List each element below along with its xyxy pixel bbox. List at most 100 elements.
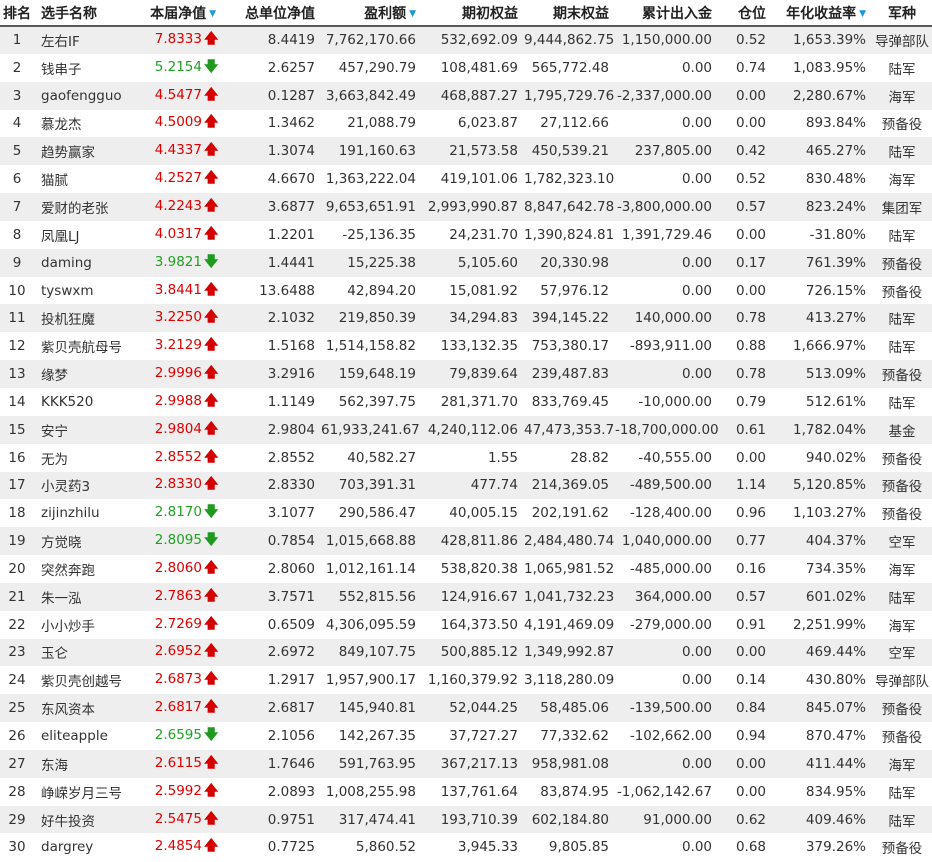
player-name-link[interactable]: 爱财的老张 bbox=[34, 193, 138, 221]
table-row[interactable]: 9 daming 3.9821 🡇 1.4441 15,225.38 5,105.60 20,… bbox=[0, 248, 932, 277]
rank-cell: 20 bbox=[8, 560, 26, 577]
sort-desc-icon[interactable]: ▼ bbox=[859, 9, 866, 19]
table-row[interactable]: 26 eliteapple 2.6595 🡇 2.1056 142,267.35 37,72… bbox=[0, 722, 932, 750]
header-end-equity[interactable]: 期末权益 bbox=[524, 0, 615, 26]
player-name-link[interactable]: daming bbox=[34, 249, 138, 277]
annual-return-cell: 413.27% bbox=[805, 310, 866, 327]
table-row[interactable]: 25 东风资本 2.6817 🡅 2.6817 145,940.81 52,044.25 58… bbox=[0, 694, 932, 723]
profit-cell: 1,008,255.98 bbox=[325, 783, 416, 800]
player-name-link[interactable]: 安宁 bbox=[34, 416, 138, 444]
header-position[interactable]: 仓位 bbox=[718, 0, 772, 26]
player-name-link[interactable]: 紫贝壳航母号 bbox=[34, 332, 138, 360]
arrow-up-icon: 🡅 bbox=[204, 671, 219, 688]
header-start-equity[interactable]: 期初权益 bbox=[422, 0, 524, 26]
player-name-link[interactable]: 朱一泓 bbox=[34, 583, 138, 611]
army-cell: 预备役 bbox=[881, 256, 923, 273]
player-name-link[interactable]: 钱串子 bbox=[34, 54, 138, 82]
nav-cell: 2.6952 🡅 bbox=[138, 639, 222, 667]
player-name-link[interactable]: 凤凰LJ bbox=[34, 221, 138, 249]
table-row[interactable]: 27 东海 2.6115 🡅 1.7646 591,763.95 367,217.13 958… bbox=[0, 749, 932, 778]
army-cell: 陆军 bbox=[888, 61, 916, 78]
player-name-link[interactable]: KKK520 bbox=[34, 388, 138, 416]
table-row[interactable]: 29 好牛投资 2.5475 🡅 0.9751 317,474.41 193,710.39 6… bbox=[0, 805, 932, 834]
player-name-link[interactable]: 东海 bbox=[34, 750, 138, 778]
player-name-link[interactable]: zijinzhilu bbox=[34, 499, 138, 527]
table-row[interactable]: 21 朱一泓 2.7863 🡅 3.7571 552,815.56 124,916.67 1,… bbox=[0, 582, 932, 611]
player-name-link[interactable]: eliteapple bbox=[34, 722, 138, 750]
header-net-flow[interactable]: 累计出入金 bbox=[615, 0, 718, 26]
table-row[interactable]: 11 投机狂魔 3.2250 🡅 2.1032 219,850.39 34,294.83 39… bbox=[0, 304, 932, 333]
player-name-link[interactable]: 东风资本 bbox=[34, 694, 138, 722]
player-name-link[interactable]: 突然奔跑 bbox=[34, 555, 138, 583]
table-row[interactable]: 19 方觉晓 2.8095 🡇 0.7854 1,015,668.88 428,811.86… bbox=[0, 527, 932, 556]
header-rank[interactable]: 排名 bbox=[0, 0, 34, 26]
total-nav-cell: 0.7725 bbox=[267, 839, 315, 856]
table-row[interactable]: 7 爱财的老张 4.2243 🡅 3.6877 9,653,651.91 2,993,990… bbox=[0, 193, 932, 221]
table-row[interactable]: 15 安宁 2.9804 🡅 2.9804 61,933,241.67 4,240,112.… bbox=[0, 415, 932, 444]
player-name-link[interactable]: 慕龙杰 bbox=[34, 110, 138, 138]
end-equity-cell: 1,065,981.52 bbox=[524, 560, 615, 577]
table-row[interactable]: 17 小灵药3 2.8330 🡅 2.8330 703,391.31 477.74 214,3… bbox=[0, 471, 932, 500]
header-total-nav[interactable]: 总单位净值 bbox=[222, 0, 321, 26]
table-row[interactable]: 30 dargrey 2.4854 🡅 0.7725 5,860.52 3,945.33 9,… bbox=[0, 833, 932, 862]
start-equity-cell: 281,371.70 bbox=[440, 393, 518, 410]
table-row[interactable]: 20 突然奔跑 2.8060 🡅 2.8060 1,012,161.14 538,820.3… bbox=[0, 555, 932, 583]
table-row[interactable]: 28 峥嵘岁月三号 2.5992 🡅 2.0893 1,008,255.98 137,761… bbox=[0, 777, 932, 806]
total-nav-cell: 2.6817 bbox=[267, 700, 315, 717]
arrow-up-icon: 🡅 bbox=[204, 420, 219, 437]
player-name-link[interactable]: 左右IF bbox=[34, 26, 138, 54]
player-name-link[interactable]: 趋势赢家 bbox=[34, 137, 138, 165]
player-name-link[interactable]: 小灵药3 bbox=[34, 472, 138, 500]
player-name-link[interactable]: 小小炒手 bbox=[34, 611, 138, 639]
sort-desc-icon[interactable]: ▼ bbox=[209, 9, 216, 19]
position-cell: 0.57 bbox=[735, 588, 766, 605]
header-profit[interactable]: 盈利额 ▼ bbox=[321, 0, 422, 26]
position-cell: 0.77 bbox=[735, 533, 766, 550]
nav-value: 2.6817 bbox=[154, 699, 202, 716]
table-row[interactable]: 18 zijinzhilu 2.8170 🡇 3.1077 290,586.47 40,00… bbox=[0, 499, 932, 528]
header-nav[interactable]: 本届净值 ▼ bbox=[138, 0, 222, 26]
table-row[interactable]: 8 凤凰LJ 4.0317 🡅 1.2201 -25,136.35 24,231.70 1,3… bbox=[0, 220, 932, 249]
table-row[interactable]: 4 慕龙杰 4.5009 🡅 1.3462 21,088.79 6,023.87 27,112… bbox=[0, 109, 932, 138]
player-name-link[interactable]: 好牛投资 bbox=[34, 806, 138, 834]
table-row[interactable]: 3 gaofengguo 4.5477 🡅 0.1287 3,663,842.49 468,… bbox=[0, 81, 932, 110]
nav-cell: 2.5992 🡅 bbox=[138, 778, 222, 806]
table-row[interactable]: 10 tyswxm 3.8441 🡅 13.6488 42,894.20 15,081.92… bbox=[0, 276, 932, 305]
table-row[interactable]: 16 无为 2.8552 🡅 2.8552 40,582.27 1.55 28.82 -40,5… bbox=[0, 443, 932, 472]
table-row[interactable]: 1 左右IF 7.8333 🡅 8.4419 7,762,170.66 532,692.09… bbox=[0, 26, 932, 54]
table-row[interactable]: 5 趋势赢家 4.4337 🡅 1.3074 191,160.63 21,573.58 450… bbox=[0, 137, 932, 166]
arrow-up-icon: 🡅 bbox=[204, 392, 219, 409]
player-name-link[interactable]: 峥嵘岁月三号 bbox=[34, 778, 138, 806]
player-name-link[interactable]: dargrey bbox=[34, 833, 138, 861]
arrow-down-icon: 🡇 bbox=[204, 58, 219, 75]
table-row[interactable]: 22 小小炒手 2.7269 🡅 0.6509 4,306,095.59 164,373.5… bbox=[0, 610, 932, 639]
table-row[interactable]: 12 紫贝壳航母号 3.2129 🡅 1.5168 1,514,158.82 133,132… bbox=[0, 332, 932, 361]
start-equity-cell: 108,481.69 bbox=[440, 59, 518, 76]
profit-cell: 1,957,900.17 bbox=[325, 672, 416, 689]
table-row[interactable]: 23 玉仑 2.6952 🡅 2.6972 849,107.75 500,885.12 1,3… bbox=[0, 638, 932, 667]
player-name-link[interactable]: 猫腻 bbox=[34, 165, 138, 193]
end-equity-cell: 58,485.06 bbox=[540, 700, 609, 717]
rank-cell: 17 bbox=[8, 477, 26, 494]
player-name-link[interactable]: 方觉晓 bbox=[34, 527, 138, 555]
start-equity-cell: 6,023.87 bbox=[457, 115, 518, 132]
header-name[interactable]: 选手名称 bbox=[34, 0, 138, 26]
player-name-link[interactable]: gaofengguo bbox=[34, 82, 138, 110]
header-army[interactable]: 军种 bbox=[872, 0, 932, 26]
table-row[interactable]: 24 紫贝壳创越号 2.6873 🡅 1.2917 1,957,900.17 1,160,3… bbox=[0, 666, 932, 695]
player-name-link[interactable]: tyswxm bbox=[34, 277, 138, 305]
nav-cell: 2.4854 🡅 bbox=[138, 833, 222, 861]
player-name-link[interactable]: 投机狂魔 bbox=[34, 304, 138, 332]
player-name-link[interactable]: 缘梦 bbox=[34, 360, 138, 388]
net-flow-cell: -485,000.00 bbox=[629, 560, 712, 577]
player-name-link[interactable]: 玉仑 bbox=[34, 639, 138, 667]
player-name-link[interactable]: 紫贝壳创越号 bbox=[34, 666, 138, 694]
table-row[interactable]: 13 缘梦 2.9996 🡅 3.2916 159,648.19 79,839.64 239,… bbox=[0, 360, 932, 388]
end-equity-cell: 753,380.17 bbox=[531, 338, 609, 355]
player-name-link[interactable]: 无为 bbox=[34, 444, 138, 472]
table-row[interactable]: 6 猫腻 4.2527 🡅 4.6670 1,363,222.04 419,101.06 1,… bbox=[0, 165, 932, 194]
sort-desc-icon[interactable]: ▼ bbox=[409, 9, 416, 19]
table-row[interactable]: 2 钱串子 5.2154 🡇 2.6257 457,290.79 108,481.69 565… bbox=[0, 53, 932, 82]
header-annual-return[interactable]: 年化收益率 ▼ bbox=[772, 0, 872, 26]
table-row[interactable]: 14 KKK520 2.9988 🡅 1.1149 562,397.75 281,371.7… bbox=[0, 387, 932, 416]
